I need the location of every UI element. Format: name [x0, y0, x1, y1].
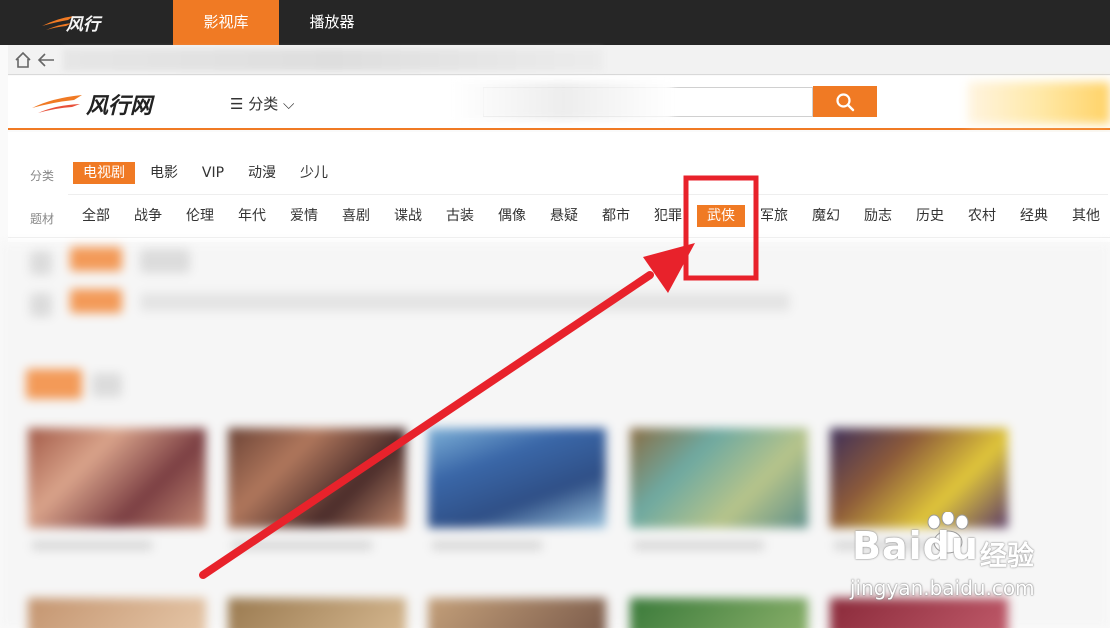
blurred-content-area — [0, 243, 1110, 628]
video-thumbnail[interactable] — [428, 428, 606, 528]
watermark-logo: Baidu — [852, 524, 979, 568]
screenshot-root: 风行 影视库 播放器 风行网 ☰ 分类 ⌵ 分类 电视剧 电影 VIP 动漫 少… — [0, 0, 1110, 628]
video-thumbnail[interactable] — [28, 598, 206, 628]
video-thumbnail[interactable] — [228, 428, 406, 528]
video-caption — [634, 541, 764, 550]
video-caption — [32, 541, 152, 550]
filter-panel: 分类 电视剧 电影 VIP 动漫 少儿 题材 全部 战争 伦理 年代 爱情 喜剧… — [8, 132, 1110, 242]
theme-row-label: 题材 — [30, 212, 55, 226]
tab-player[interactable]: 播放器 — [279, 0, 385, 45]
category-kids[interactable]: 少儿 — [293, 162, 335, 184]
watermark-url: jingyan.baidu.com — [850, 576, 1035, 600]
theme-classic[interactable]: 经典 — [1013, 205, 1055, 227]
video-caption — [432, 541, 542, 550]
blurred-pill — [26, 369, 82, 399]
theme-costume[interactable]: 古装 — [439, 205, 481, 227]
watermark-cn: 经验 — [980, 541, 1034, 572]
promo-banner[interactable] — [968, 82, 1110, 124]
theme-comedy[interactable]: 喜剧 — [335, 205, 377, 227]
video-thumbnail[interactable] — [228, 598, 406, 628]
site-logo-text: 风行网 — [86, 94, 153, 119]
tab-library[interactable]: 影视库 — [173, 0, 279, 45]
video-thumbnail[interactable] — [830, 598, 1008, 628]
theme-other[interactable]: 其他 — [1065, 205, 1107, 227]
category-movie[interactable]: 电影 — [143, 162, 185, 184]
video-thumbnail[interactable] — [28, 428, 206, 528]
theme-suspense[interactable]: 悬疑 — [543, 205, 585, 227]
browser-toolbar — [8, 45, 1110, 75]
theme-fantasy[interactable]: 魔幻 — [805, 205, 847, 227]
theme-era[interactable]: 年代 — [231, 205, 273, 227]
theme-rural[interactable]: 农村 — [961, 205, 1003, 227]
blurred-pill — [140, 293, 790, 311]
video-thumbnail[interactable] — [630, 428, 808, 528]
blurred-pill — [140, 249, 190, 273]
theme-spy[interactable]: 谍战 — [387, 205, 429, 227]
theme-military[interactable]: 军旅 — [753, 205, 795, 227]
app-top-bar: 风行 影视库 播放器 — [0, 0, 1110, 45]
row-divider — [68, 194, 1108, 195]
blurred-pill — [30, 251, 52, 275]
blurred-pill — [70, 247, 122, 271]
theme-war[interactable]: 战争 — [127, 205, 169, 227]
category-row-label: 分类 — [30, 169, 55, 183]
category-anime[interactable]: 动漫 — [241, 162, 283, 184]
theme-crime[interactable]: 犯罪 — [647, 205, 689, 227]
blurred-pill — [92, 373, 122, 397]
search-button[interactable] — [813, 86, 877, 117]
theme-idol[interactable]: 偶像 — [491, 205, 533, 227]
site-header: 风行网 ☰ 分类 ⌵ — [8, 76, 1110, 130]
theme-history[interactable]: 历史 — [909, 205, 951, 227]
theme-ethics[interactable]: 伦理 — [179, 205, 221, 227]
theme-all[interactable]: 全部 — [75, 205, 117, 227]
app-logo-text: 风行 — [66, 15, 100, 35]
search-blur-overlay — [453, 82, 673, 120]
video-thumbnail[interactable] — [630, 598, 808, 628]
category-vip[interactable]: VIP — [195, 162, 231, 184]
address-bar[interactable] — [63, 49, 603, 71]
category-menu-button[interactable]: ☰ 分类 ⌵ — [230, 93, 294, 114]
theme-urban[interactable]: 都市 — [595, 205, 637, 227]
video-thumbnail[interactable] — [428, 598, 606, 628]
blurred-pill — [70, 289, 122, 313]
theme-wuxia[interactable]: 武侠 — [697, 205, 745, 227]
category-tv[interactable]: 电视剧 — [73, 162, 135, 184]
search-icon — [836, 93, 855, 112]
blurred-pill — [30, 293, 52, 317]
home-icon[interactable] — [14, 51, 32, 69]
theme-inspirational[interactable]: 励志 — [857, 205, 899, 227]
video-caption — [232, 541, 372, 550]
back-arrow-icon[interactable] — [36, 51, 56, 69]
theme-romance[interactable]: 爱情 — [283, 205, 325, 227]
panel-bottom-divider — [8, 237, 1110, 238]
